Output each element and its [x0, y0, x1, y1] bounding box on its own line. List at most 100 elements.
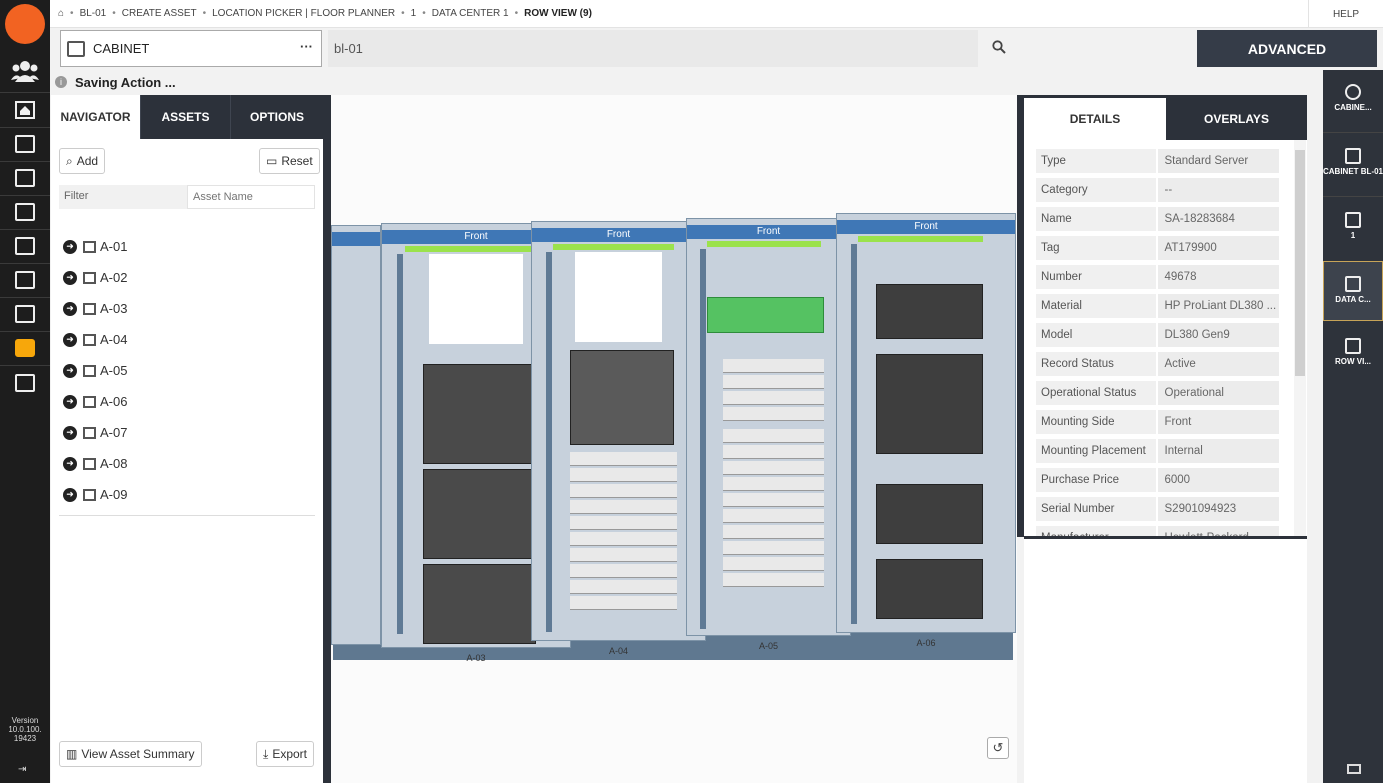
server-unit[interactable] — [722, 391, 824, 405]
expand-arrow-icon[interactable]: ➜ — [63, 301, 77, 316]
rack-3d-viewport[interactable]: Front A-03 Front A-04 Front A-05 Front A… — [331, 95, 1017, 783]
list-item[interactable]: ➜ A-08 — [63, 448, 313, 479]
server-unit[interactable] — [722, 477, 824, 491]
expand-arrow-icon[interactable]: ➜ — [63, 270, 77, 285]
list-item[interactable]: ➜ A-06 — [63, 386, 313, 417]
server-unit[interactable] — [570, 452, 678, 466]
detail-value[interactable]: Hewlett-Packard — [1157, 526, 1279, 536]
expand-arrow-icon[interactable]: ➜ — [63, 456, 77, 471]
list-item[interactable]: ➜ A-09 — [63, 479, 313, 510]
breadcrumb-item[interactable]: BL-01 — [80, 8, 107, 19]
server-unit[interactable] — [876, 559, 983, 619]
details-scrollbar[interactable] — [1294, 140, 1306, 536]
expand-arrow-icon[interactable]: ➜ — [63, 332, 77, 347]
breadcrumb-item[interactable]: LOCATION PICKER | FLOOR PLANNER — [212, 8, 395, 19]
detail-value[interactable]: HP ProLiant DL380 ... — [1157, 294, 1279, 318]
server-unit[interactable] — [722, 541, 824, 555]
detail-value[interactable]: Active — [1157, 352, 1279, 376]
add-button[interactable]: ⌕ Add — [59, 148, 106, 174]
list-item[interactable]: ➜ A-02 — [63, 262, 313, 293]
server-unit[interactable] — [570, 596, 678, 610]
tab-assets[interactable]: ASSETS — [141, 95, 231, 139]
blade-chassis[interactable] — [423, 564, 537, 644]
tab-overlays[interactable]: OVERLAYS — [1166, 98, 1307, 140]
rail-row-view[interactable]: ROW VI... — [1323, 324, 1383, 384]
server-unit[interactable] — [570, 564, 678, 578]
advanced-button[interactable]: ADVANCED — [1197, 30, 1377, 67]
expand-arrow-icon[interactable]: ➜ — [63, 487, 77, 502]
org-chart-icon[interactable] — [0, 162, 50, 194]
server-unit[interactable] — [722, 573, 824, 587]
cabinet[interactable]: Front A-06 — [836, 213, 1016, 648]
detail-value[interactable]: AT179900 — [1157, 236, 1279, 260]
rail-cabinet[interactable]: CABINET BL-01 — [1323, 134, 1383, 194]
home-icon[interactable]: ⌂ — [58, 8, 64, 19]
list-item[interactable]: ➜ A-01 — [63, 231, 313, 262]
detail-value[interactable]: SA-18283684 — [1157, 207, 1279, 231]
cabinet[interactable]: Front A-04 — [531, 221, 706, 656]
asset-name-filter-input[interactable] — [187, 185, 315, 209]
view-asset-summary-button[interactable]: ▥ View Asset Summary — [59, 741, 202, 767]
server-unit[interactable] — [570, 500, 678, 514]
floor-plan-icon[interactable] — [0, 128, 50, 160]
server-unit[interactable] — [876, 484, 983, 544]
server-unit[interactable] — [722, 557, 824, 571]
detail-value[interactable]: 49678 — [1157, 265, 1279, 289]
server-unit[interactable] — [722, 525, 824, 539]
server-unit[interactable] — [570, 350, 674, 445]
server-unit[interactable] — [570, 468, 678, 482]
reports-chart-icon[interactable] — [0, 264, 50, 296]
settings-icon[interactable] — [0, 367, 50, 399]
blade-chassis[interactable] — [423, 469, 537, 559]
detail-value[interactable]: Front — [1157, 410, 1279, 434]
breadcrumb-item[interactable]: CREATE ASSET — [122, 8, 197, 19]
export-button[interactable]: ⤓ Export — [256, 741, 314, 767]
server-unit[interactable] — [722, 493, 824, 507]
server-unit[interactable] — [570, 548, 678, 562]
search-input[interactable] — [328, 30, 978, 67]
server-unit[interactable] — [570, 516, 678, 530]
server-unit[interactable] — [722, 509, 824, 523]
server-unit[interactable] — [876, 284, 983, 339]
cabinet[interactable]: Front A-05 — [686, 218, 851, 651]
asset-type-selector[interactable]: CABINET ··· — [60, 30, 322, 67]
detail-value[interactable]: Operational — [1157, 381, 1279, 405]
detail-value[interactable]: -- — [1157, 178, 1279, 202]
rail-data-center[interactable]: DATA C... — [1323, 261, 1383, 321]
list-icon[interactable] — [0, 298, 50, 330]
help-link[interactable]: HELP — [1308, 0, 1383, 28]
connections-icon[interactable] — [0, 230, 50, 262]
tab-navigator[interactable]: NAVIGATOR — [51, 95, 141, 139]
detail-value[interactable]: 6000 — [1157, 468, 1279, 492]
scroll-thumb[interactable] — [1295, 150, 1305, 376]
home-icon[interactable] — [0, 94, 50, 126]
panel-toggle-icon[interactable] — [1347, 764, 1361, 774]
detail-value[interactable]: S2901094923 — [1157, 497, 1279, 521]
edit-asset-icon[interactable] — [0, 196, 50, 228]
expand-arrow-icon[interactable]: ➜ — [63, 394, 77, 409]
list-item[interactable]: ➜ A-05 — [63, 355, 313, 386]
breadcrumb-item[interactable]: 1 — [411, 8, 417, 19]
reset-button[interactable]: ▭ Reset — [259, 148, 320, 174]
blade-chassis[interactable] — [423, 364, 537, 464]
expand-arrow-icon[interactable]: ➜ — [63, 239, 77, 254]
cabinet[interactable] — [331, 225, 381, 645]
server-unit[interactable] — [876, 354, 983, 454]
server-unit[interactable] — [722, 461, 824, 475]
expand-arrow-icon[interactable]: ➜ — [63, 425, 77, 440]
reset-view-icon[interactable]: ↺ — [987, 737, 1009, 759]
server-unit[interactable] — [722, 359, 824, 373]
server-unit[interactable] — [570, 532, 678, 546]
server-unit[interactable] — [722, 445, 824, 459]
tab-options[interactable]: OPTIONS — [231, 95, 323, 139]
selected-server-unit[interactable] — [706, 297, 824, 333]
rail-floor[interactable]: 1 — [1323, 198, 1383, 258]
list-item[interactable]: ➜ A-07 — [63, 417, 313, 448]
expand-arrow-icon[interactable]: ➜ — [63, 363, 77, 378]
users-icon[interactable] — [0, 54, 50, 88]
server-unit[interactable] — [722, 407, 824, 421]
shield-icon[interactable] — [0, 332, 50, 364]
server-unit[interactable] — [722, 375, 824, 389]
server-unit[interactable] — [722, 429, 824, 443]
list-item[interactable]: ➜ A-03 — [63, 293, 313, 324]
